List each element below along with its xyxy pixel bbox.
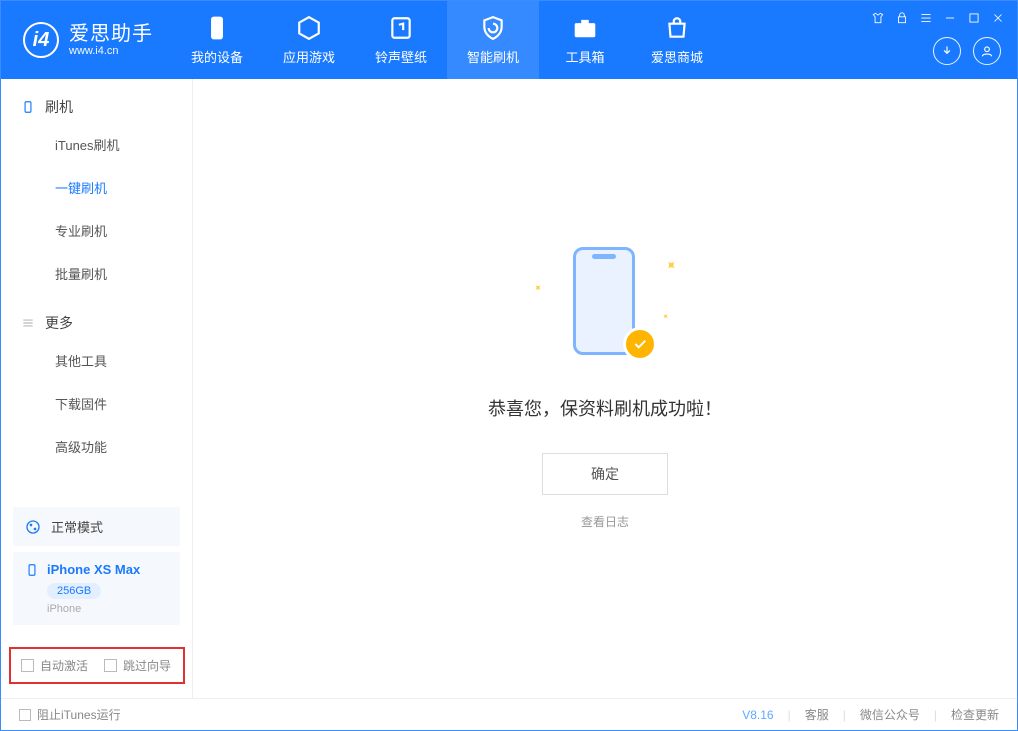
cube-icon — [296, 15, 322, 41]
device-mode-box[interactable]: 正常模式 — [13, 507, 180, 546]
device-info-box[interactable]: iPhone XS Max 256GB iPhone — [13, 552, 180, 625]
nav-label: 我的设备 — [191, 47, 243, 66]
shirt-icon[interactable] — [871, 11, 885, 25]
separator: | — [843, 708, 846, 722]
skip-guide-checkbox[interactable]: 跳过向导 — [104, 657, 171, 674]
sidebar-item-advanced[interactable]: 高级功能 — [1, 425, 192, 468]
music-icon — [388, 15, 414, 41]
nav-label: 智能刷机 — [467, 47, 519, 66]
bag-icon — [664, 15, 690, 41]
app-title: 爱思助手 — [69, 23, 153, 45]
checkbox-label: 阻止iTunes运行 — [37, 706, 121, 723]
sidebar-section-title: 更多 — [45, 313, 73, 333]
check-update-link[interactable]: 检查更新 — [951, 706, 999, 723]
sidebar-item-batch-flash[interactable]: 批量刷机 — [1, 252, 192, 295]
nav-my-device[interactable]: 我的设备 — [171, 1, 263, 79]
statusbar: 阻止iTunes运行 V8.16 | 客服 | 微信公众号 | 检查更新 — [1, 698, 1017, 730]
nav-label: 应用游戏 — [283, 47, 335, 66]
version-label: V8.16 — [742, 708, 773, 722]
sidebar-item-pro-flash[interactable]: 专业刷机 — [1, 209, 192, 252]
sidebar-section-title: 刷机 — [45, 97, 73, 117]
phone-small-icon — [25, 563, 39, 577]
block-itunes-checkbox[interactable]: 阻止iTunes运行 — [19, 706, 121, 723]
logo-icon: i4 — [23, 22, 59, 58]
checkbox-icon — [19, 709, 31, 721]
phone-icon — [204, 15, 230, 41]
nav-label: 爱思商城 — [651, 47, 703, 66]
nav-toolbox[interactable]: 工具箱 — [539, 1, 631, 79]
mode-icon — [25, 519, 41, 535]
maximize-icon[interactable] — [967, 11, 981, 25]
nav-label: 工具箱 — [565, 47, 604, 66]
options-highlighted-row: 自动激活 跳过向导 — [9, 647, 185, 684]
nav-label: 铃声壁纸 — [375, 47, 427, 66]
ok-button[interactable]: 确定 — [542, 453, 668, 495]
sparkle-icon: ✦ — [530, 282, 544, 296]
main-nav: 我的设备 应用游戏 铃声壁纸 智能刷机 工具箱 爱思商城 — [171, 1, 723, 79]
nav-ringtones[interactable]: 铃声壁纸 — [355, 1, 447, 79]
close-icon[interactable] — [991, 11, 1005, 25]
nav-apps[interactable]: 应用游戏 — [263, 1, 355, 79]
nav-store[interactable]: 爱思商城 — [631, 1, 723, 79]
sidebar-item-onekey-flash[interactable]: 一键刷机 — [1, 166, 192, 209]
account-button[interactable] — [973, 37, 1001, 65]
support-link[interactable]: 客服 — [805, 706, 829, 723]
device-mode-label: 正常模式 — [51, 517, 103, 536]
menu-icon[interactable] — [919, 11, 933, 25]
checkbox-label: 自动激活 — [40, 657, 88, 674]
sidebar-item-download-firmware[interactable]: 下载固件 — [1, 382, 192, 425]
sparkle-icon: ✦ — [660, 311, 671, 322]
nav-flash[interactable]: 智能刷机 — [447, 1, 539, 79]
titlebar: i4 爱思助手 www.i4.cn 我的设备 应用游戏 铃声壁纸 智能刷机 工具… — [1, 1, 1017, 79]
toolbox-icon — [572, 15, 598, 41]
checkbox-icon — [104, 659, 117, 672]
checkbox-label: 跳过向导 — [123, 657, 171, 674]
sidebar-item-other-tools[interactable]: 其他工具 — [1, 339, 192, 382]
sidebar: 刷机 iTunes刷机 一键刷机 专业刷机 批量刷机 更多 其他工具 下载固件 … — [1, 79, 193, 698]
separator: | — [934, 708, 937, 722]
sidebar-item-itunes-flash[interactable]: iTunes刷机 — [1, 123, 192, 166]
header-actions — [933, 37, 1001, 65]
logo: i4 爱思助手 www.i4.cn — [1, 22, 171, 58]
success-illustration: ✦ ✦ ✦ — [535, 247, 675, 367]
device-storage-badge: 256GB — [47, 583, 101, 599]
device-type: iPhone — [47, 603, 168, 615]
sparkle-icon: ✦ — [661, 255, 681, 275]
separator: | — [788, 708, 791, 722]
shield-refresh-icon — [480, 15, 506, 41]
sidebar-section-flash: 刷机 — [1, 97, 192, 123]
main-content: ✦ ✦ ✦ 恭喜您，保资料刷机成功啦！ 确定 查看日志 — [193, 79, 1017, 698]
lock-icon[interactable] — [895, 11, 909, 25]
list-icon — [21, 316, 35, 330]
auto-activate-checkbox[interactable]: 自动激活 — [21, 657, 88, 674]
window-controls — [871, 11, 1005, 25]
device-name: iPhone XS Max — [47, 562, 140, 577]
checkbox-icon — [21, 659, 34, 672]
success-message: 恭喜您，保资料刷机成功啦！ — [488, 395, 722, 421]
check-badge-icon — [623, 327, 657, 361]
download-button[interactable] — [933, 37, 961, 65]
app-subtitle: www.i4.cn — [69, 45, 153, 57]
minimize-icon[interactable] — [943, 11, 957, 25]
device-small-icon — [21, 100, 35, 114]
sidebar-section-more: 更多 — [1, 313, 192, 339]
view-log-link[interactable]: 查看日志 — [581, 513, 629, 530]
wechat-link[interactable]: 微信公众号 — [860, 706, 920, 723]
